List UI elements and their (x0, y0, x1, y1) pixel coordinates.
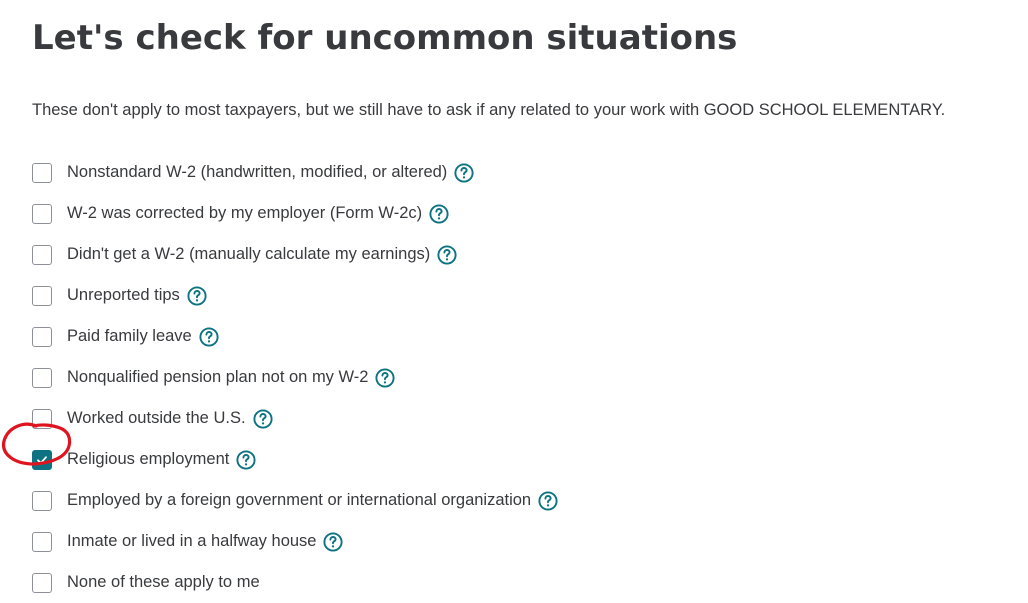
option-label[interactable]: Religious employment (67, 450, 229, 469)
checkbox[interactable] (32, 572, 52, 593)
question-circle-icon[interactable] (429, 203, 449, 224)
option-row[interactable]: Paid family leave (32, 316, 558, 357)
question-circle-icon[interactable] (437, 244, 457, 265)
option-label[interactable]: Paid family leave (67, 327, 192, 346)
option-label[interactable]: W-2 was corrected by my employer (Form W… (67, 204, 422, 223)
question-circle-icon[interactable] (323, 531, 344, 552)
option-label[interactable]: Worked outside the U.S. (67, 409, 246, 428)
uncommon-situations-list: Nonstandard W-2 (handwritten, modified, … (32, 152, 558, 603)
option-row[interactable]: Didn't get a W-2 (manually calculate my … (32, 234, 558, 275)
question-circle-icon[interactable] (187, 285, 207, 306)
option-row[interactable]: Nonqualified pension plan not on my W-2 (32, 357, 558, 398)
option-label[interactable]: Inmate or lived in a halfway house (67, 532, 316, 551)
page-title: Let's check for uncommon situations (32, 18, 738, 58)
question-circle-icon[interactable] (454, 162, 474, 183)
checkbox[interactable] (32, 285, 52, 306)
checkbox[interactable] (32, 367, 52, 388)
question-circle-icon[interactable] (199, 326, 219, 347)
option-row[interactable]: None of these apply to me (32, 562, 558, 603)
checkbox[interactable] (32, 203, 52, 224)
option-label[interactable]: Unreported tips (67, 286, 180, 305)
option-label[interactable]: Nonstandard W-2 (handwritten, modified, … (67, 163, 447, 182)
checkbox[interactable] (32, 408, 52, 429)
option-row[interactable]: Inmate or lived in a halfway house (32, 521, 558, 562)
option-label[interactable]: Didn't get a W-2 (manually calculate my … (67, 245, 430, 264)
option-row[interactable]: Nonstandard W-2 (handwritten, modified, … (32, 152, 558, 193)
question-circle-icon[interactable] (236, 449, 256, 470)
checkbox[interactable] (32, 162, 52, 183)
option-label[interactable]: Employed by a foreign government or inte… (67, 491, 531, 510)
question-circle-icon[interactable] (538, 490, 558, 511)
option-label[interactable]: Nonqualified pension plan not on my W-2 (67, 368, 368, 387)
option-row[interactable]: Religious employment (32, 439, 558, 480)
checkmark-icon (37, 455, 47, 464)
question-circle-icon[interactable] (252, 408, 273, 429)
option-row[interactable]: Employed by a foreign government or inte… (32, 480, 558, 521)
checkbox[interactable] (32, 490, 52, 511)
checkbox-checked[interactable] (32, 449, 52, 470)
intro-text: These don't apply to most taxpayers, but… (32, 101, 946, 119)
checkbox[interactable] (32, 326, 52, 347)
checkbox[interactable] (32, 244, 52, 265)
question-circle-icon[interactable] (375, 367, 396, 388)
option-row[interactable]: W-2 was corrected by my employer (Form W… (32, 193, 558, 234)
option-row[interactable]: Worked outside the U.S. (32, 398, 558, 439)
checkbox[interactable] (32, 531, 52, 552)
option-label[interactable]: None of these apply to me (67, 573, 260, 592)
option-row[interactable]: Unreported tips (32, 275, 558, 316)
